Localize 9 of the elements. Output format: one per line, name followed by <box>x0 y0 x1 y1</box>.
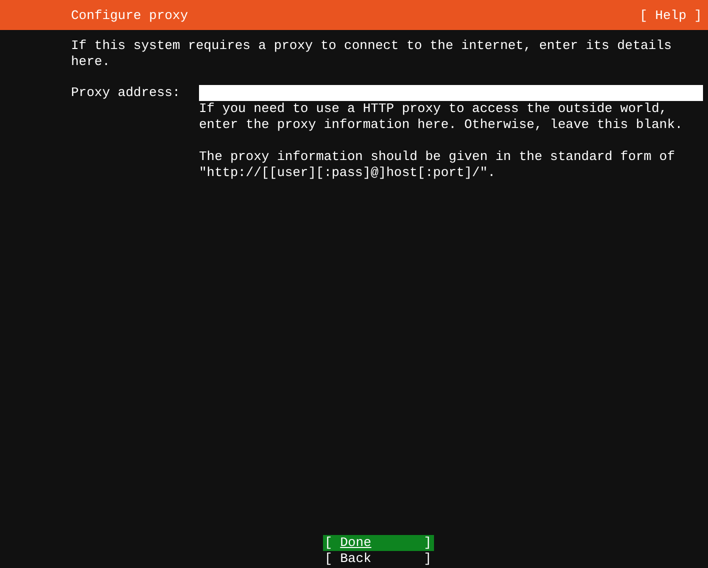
help-button[interactable]: [ Help ] <box>640 8 702 22</box>
back-button[interactable]: [ Back ] <box>322 551 434 567</box>
proxy-address-field[interactable] <box>199 85 703 101</box>
intro-text: If this system requires a proxy to connect to the internet, enter its details here. <box>71 38 673 70</box>
help-text: The proxy information should be given in the standard form of "http://[[user][:pass]@]host[:port]/". <box>199 149 676 181</box>
screen-title: Configure proxy <box>71 8 188 22</box>
field-label: Proxy address: <box>71 85 182 102</box>
help-text: If you need to use a HTTP proxy to access the outside world, enter the proxy information here. Otherwise, leave this blank. <box>199 101 684 133</box>
done-button[interactable]: [ Done ] <box>322 535 434 551</box>
